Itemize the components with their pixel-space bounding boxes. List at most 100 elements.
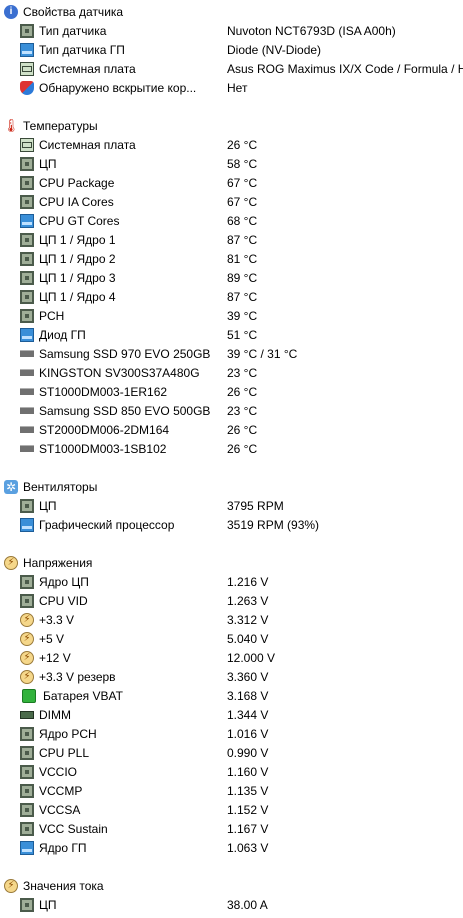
list-item[interactable]: ЦП 3795 RPM — [20, 496, 463, 515]
list-item[interactable]: Батарея VBAT 3.168 V — [20, 686, 463, 705]
list-item[interactable]: PCH 39 °C — [20, 306, 463, 325]
list-item[interactable]: ⚡ +12 V 12.000 V — [20, 648, 463, 667]
item-label: Диод ГП — [39, 327, 86, 342]
item-label: Samsung SSD 850 EVO 500GB — [39, 403, 211, 418]
list-item[interactable]: DIMM 1.344 V — [20, 705, 463, 724]
gpu-icon — [20, 42, 34, 57]
item-value: 26 °C — [227, 137, 258, 152]
item-value: 1.152 V — [227, 802, 269, 817]
list-item[interactable]: Диод ГП 51 °C — [20, 325, 463, 344]
list-item[interactable]: Samsung SSD 850 EVO 500GB 23 °C — [20, 401, 463, 420]
item-value: 68 °C — [227, 213, 258, 228]
item-label: VCCMP — [39, 783, 83, 798]
item-value: 67 °C — [227, 175, 258, 190]
item-value: 1.344 V — [227, 707, 269, 722]
item-label: ST1000DM003-1SB102 — [39, 441, 167, 456]
battery-icon — [22, 688, 36, 703]
chip-icon — [20, 232, 34, 247]
list-item[interactable]: VCCMP 1.135 V — [20, 781, 463, 800]
item-label: ЦП — [39, 156, 57, 171]
voltage-icon: ⚡ — [20, 650, 34, 665]
list-item[interactable]: CPU PLL 0.990 V — [20, 743, 463, 762]
item-label: ЦП 1 / Ядро 1 — [39, 232, 116, 247]
list-item[interactable]: ЦП 1 / Ядро 2 81 °C — [20, 249, 463, 268]
list-item[interactable]: ЦП 38.00 A — [20, 895, 463, 914]
item-value: 38.00 A — [227, 897, 268, 912]
list-item[interactable]: VCCSA 1.152 V — [20, 800, 463, 819]
section-title: Напряжения — [23, 555, 93, 570]
item-label: ЦП 1 / Ядро 4 — [39, 289, 116, 304]
chip-icon — [20, 726, 34, 741]
list-item[interactable]: VCCIO 1.160 V — [20, 762, 463, 781]
item-value: 1.263 V — [227, 593, 269, 608]
item-value: 5.040 V — [227, 631, 269, 646]
item-value: 3519 RPM (93%) — [227, 517, 320, 532]
item-label: ЦП 1 / Ядро 3 — [39, 270, 116, 285]
item-value: 3795 RPM — [227, 498, 284, 513]
list-item[interactable]: ЦП 1 / Ядро 3 89 °C — [20, 268, 463, 287]
list-item[interactable]: CPU GT Cores 68 °C — [20, 211, 463, 230]
list-item[interactable]: ЦП 58 °C — [20, 154, 463, 173]
list-item[interactable]: Тип датчика ГП Diode (NV-Diode) — [20, 40, 463, 59]
item-value: 3.168 V — [227, 688, 269, 703]
list-item[interactable]: VCC Sustain 1.167 V — [20, 819, 463, 838]
list-item[interactable]: ST1000DM003-1SB102 26 °C — [20, 439, 463, 458]
drive-icon — [20, 385, 34, 399]
list-item[interactable]: CPU Package 67 °C — [20, 173, 463, 192]
item-label: ST1000DM003-1ER162 — [39, 384, 168, 399]
item-label: Батарея VBAT — [43, 688, 123, 703]
list-item[interactable]: Тип датчика Nuvoton NCT6793D (ISA A00h) — [20, 21, 463, 40]
list-item[interactable]: Системная плата 26 °C — [20, 135, 463, 154]
item-label: Ядро ЦП — [39, 574, 89, 589]
item-value: Нет — [227, 80, 248, 95]
list-item[interactable]: Обнаружено вскрытие кор... Нет — [20, 78, 463, 97]
list-item[interactable]: Ядро ГП 1.063 V — [20, 838, 463, 857]
list-item[interactable]: Ядро PCH 1.016 V — [20, 724, 463, 743]
item-label: ST2000DM006-2DM164 — [39, 422, 170, 437]
list-item[interactable]: CPU VID 1.263 V — [20, 591, 463, 610]
chip-icon — [20, 289, 34, 304]
section-header-voltages[interactable]: ⚡ Напряжения — [4, 553, 463, 572]
list-item[interactable]: Системная плата Asus ROG Maximus IX/X Co… — [20, 59, 463, 78]
chip-icon — [20, 251, 34, 266]
list-item[interactable]: ST2000DM006-2DM164 26 °C — [20, 420, 463, 439]
item-value: 3.312 V — [227, 612, 269, 627]
item-value: 1.135 V — [227, 783, 269, 798]
item-label: CPU Package — [39, 175, 115, 190]
item-value: Nuvoton NCT6793D (ISA A00h) — [227, 23, 396, 38]
item-label: KINGSTON SV300S37A480G — [39, 365, 200, 380]
item-label: Ядро ГП — [39, 840, 87, 855]
section-title: Значения тока — [23, 878, 104, 893]
list-item[interactable]: KINGSTON SV300S37A480G 23 °C — [20, 363, 463, 382]
item-value: 3.360 V — [227, 669, 269, 684]
chip-icon — [20, 175, 34, 190]
list-item[interactable]: ЦП 1 / Ядро 1 87 °C — [20, 230, 463, 249]
section-title: Свойства датчика — [23, 4, 124, 19]
chip-icon — [20, 745, 34, 760]
chip-icon — [20, 764, 34, 779]
chip-icon — [20, 593, 34, 608]
section-header-fans[interactable]: ✲ Вентиляторы — [4, 477, 463, 496]
list-item[interactable]: ЦП 1 / Ядро 4 87 °C — [20, 287, 463, 306]
list-item[interactable]: ST1000DM003-1ER162 26 °C — [20, 382, 463, 401]
item-label: Системная плата — [39, 61, 136, 76]
chip-icon — [20, 802, 34, 817]
gpu-icon — [20, 327, 34, 342]
drive-icon — [20, 442, 34, 456]
section-header-temperatures[interactable]: 🌡 Температуры — [3, 116, 463, 135]
list-item[interactable]: Samsung SSD 970 EVO 250GB 39 °C / 31 °C — [20, 344, 463, 363]
item-label: ЦП — [39, 498, 57, 513]
motherboard-icon — [20, 61, 34, 76]
list-item[interactable]: Ядро ЦП 1.216 V — [20, 572, 463, 591]
list-item[interactable]: ⚡ +5 V 5.040 V — [20, 629, 463, 648]
item-label: ЦП 1 / Ядро 2 — [39, 251, 116, 266]
list-item[interactable]: ⚡ +3.3 V 3.312 V — [20, 610, 463, 629]
item-label: +3.3 V резерв — [39, 669, 116, 684]
section-header-currents[interactable]: ⚡ Значения тока — [4, 876, 463, 895]
list-item[interactable]: ⚡ +3.3 V резерв 3.360 V — [20, 667, 463, 686]
item-label: +3.3 V — [39, 612, 75, 627]
gpu-icon — [20, 517, 34, 532]
list-item[interactable]: Графический процессор 3519 RPM (93%) — [20, 515, 463, 534]
section-header-sensor-properties[interactable]: i Свойства датчика — [4, 2, 463, 21]
list-item[interactable]: CPU IA Cores 67 °C — [20, 192, 463, 211]
